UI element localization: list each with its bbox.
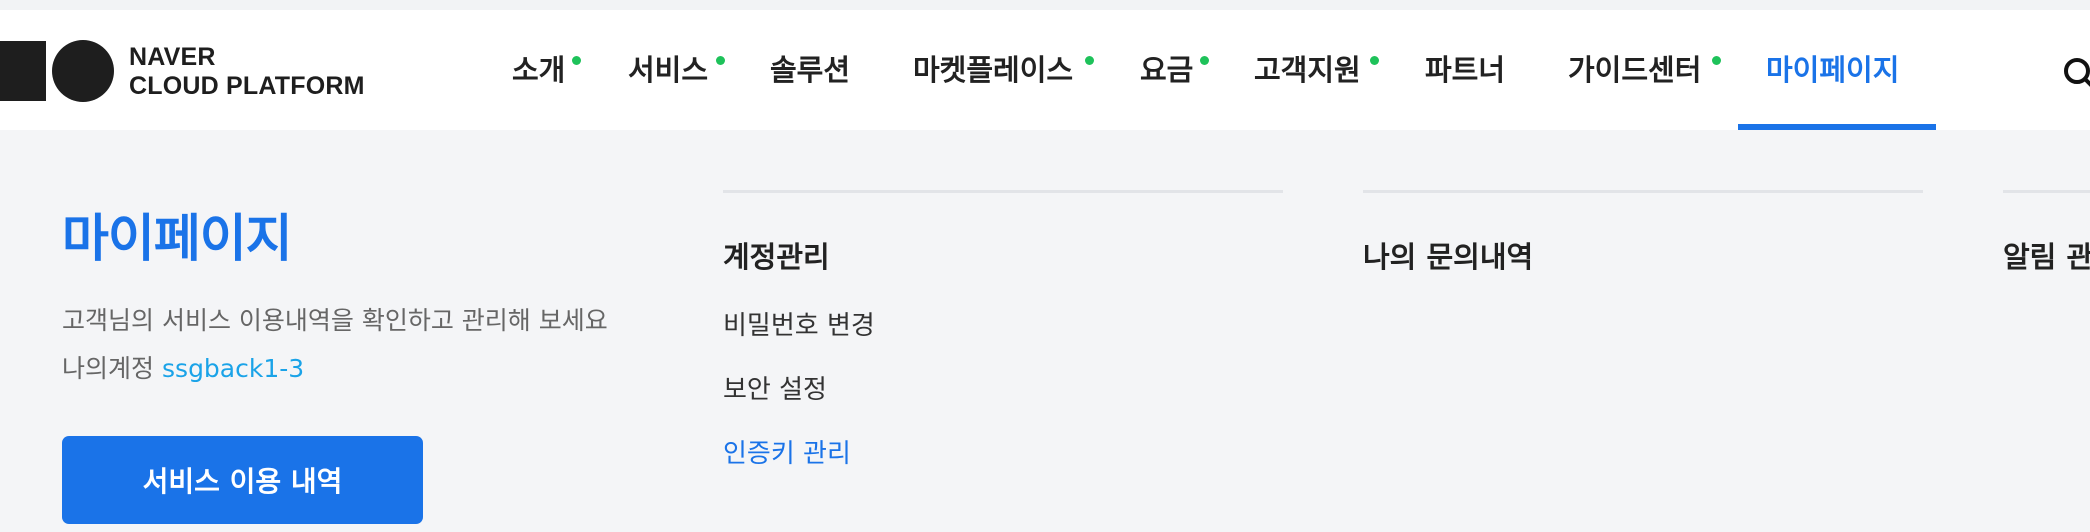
- nav-item-label: 솔루션: [770, 53, 851, 87]
- nav-item-label: 서비스: [628, 53, 709, 87]
- logo-line-2: CLOUD PLATFORM: [129, 72, 365, 100]
- new-dot-icon: [1085, 56, 1094, 65]
- security-settings-link[interactable]: 보안 설정: [723, 369, 827, 406]
- nav-active-indicator: [1738, 124, 1936, 130]
- search-icon[interactable]: [2060, 56, 2090, 90]
- nav-item-label: 마이페이지: [1766, 53, 1900, 87]
- nav-item-partners[interactable]: 파트너: [1425, 50, 1505, 90]
- nav-item-intro[interactable]: 소개: [512, 50, 581, 90]
- nav-item-pricing[interactable]: 요금: [1140, 50, 1209, 90]
- column-divider: [723, 190, 1283, 193]
- nav-item-support[interactable]: 고객지원: [1254, 50, 1379, 90]
- nav-item-services[interactable]: 서비스: [628, 50, 725, 90]
- change-password-link[interactable]: 비밀번호 변경: [723, 305, 875, 342]
- nav-item-label: 마켓플레이스: [913, 53, 1074, 87]
- nav-item-label: 파트너: [1425, 53, 1506, 87]
- account-id: ssgback1-3: [162, 354, 305, 383]
- nav-item-guide-center[interactable]: 가이드센터: [1568, 50, 1721, 90]
- column-title-inquiries[interactable]: 나의 문의내역: [1363, 234, 1533, 276]
- account-label: 나의계정: [62, 354, 155, 383]
- column-title-account[interactable]: 계정관리: [723, 234, 830, 276]
- column-title-notifications[interactable]: 알림 관리: [2003, 234, 2090, 276]
- panel-title: 마이페이지: [62, 210, 293, 269]
- nav-item-label: 요금: [1140, 53, 1194, 87]
- service-usage-button[interactable]: 서비스 이용 내역: [62, 436, 423, 524]
- site-header: NAVER CLOUD PLATFORM 소개 서비스 솔루션 마켓플레이스 요…: [0, 10, 2090, 130]
- logo-circle-mark: [52, 40, 114, 102]
- column-divider: [1363, 190, 1923, 193]
- new-dot-icon: [716, 56, 725, 65]
- nav-item-label: 소개: [512, 53, 566, 87]
- logo-square-mark: [0, 41, 46, 101]
- nav-item-label: 고객지원: [1254, 53, 1361, 87]
- new-dot-icon: [572, 56, 581, 65]
- new-dot-icon: [1200, 56, 1209, 65]
- new-dot-icon: [1712, 56, 1721, 65]
- auth-key-management-link[interactable]: 인증키 관리: [723, 433, 851, 470]
- nav-item-label: 가이드센터: [1568, 53, 1702, 87]
- column-divider: [2003, 190, 2090, 193]
- new-dot-icon: [1370, 56, 1379, 65]
- nav-item-marketplace[interactable]: 마켓플레이스: [913, 50, 1094, 90]
- top-border: [0, 0, 2090, 10]
- logo-line-1: NAVER: [129, 43, 216, 71]
- panel-description: 고객님의 서비스 이용내역을 확인하고 관리해 보세요: [62, 306, 608, 335]
- logo-wordmark: NAVER CLOUD PLATFORM: [129, 43, 389, 101]
- account-info: 나의계정 ssgback1-3: [62, 349, 304, 385]
- nav-item-solutions[interactable]: 솔루션: [770, 50, 850, 90]
- nav-item-mypage[interactable]: 마이페이지: [1766, 50, 1899, 90]
